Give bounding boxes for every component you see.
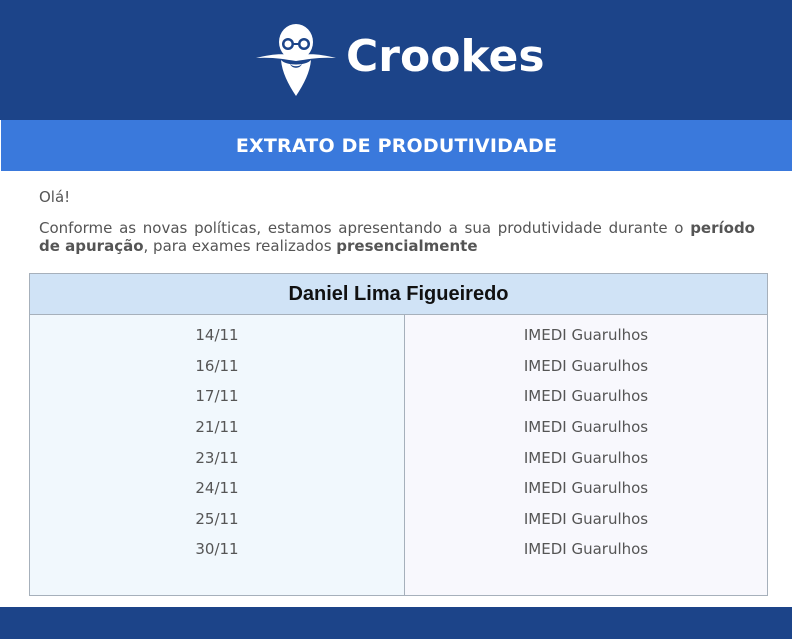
banner-title: EXTRATO DE PRODUTIVIDADE	[235, 134, 558, 157]
location-cell: IMEDI Guarulhos	[523, 479, 649, 498]
dates-column: 14/11 16/11 17/11 21/11 23/11 24/11 25/1…	[30, 315, 405, 595]
date-cell: 30/11	[195, 540, 239, 559]
intro-bold-mode: presencialmente	[336, 237, 478, 255]
intro-text-2: , para exames realizados	[143, 237, 337, 255]
date-cell: 24/11	[195, 479, 239, 498]
brand-logo: Crookes	[254, 20, 545, 98]
date-cell: 16/11	[195, 356, 239, 375]
card-body: 14/11 16/11 17/11 21/11 23/11 24/11 25/1…	[30, 315, 767, 595]
email-header: Crookes	[0, 0, 792, 120]
brand-name: Crookes	[346, 30, 545, 82]
location-cell: IMEDI Guarulhos	[523, 509, 649, 528]
location-cell: IMEDI Guarulhos	[523, 387, 649, 406]
intro-text-1: Conforme as novas políticas, estamos apr…	[39, 219, 691, 237]
date-cell: 23/11	[195, 448, 239, 467]
location-cell: IMEDI Guarulhos	[523, 356, 649, 375]
intro-paragraph: Conforme as novas políticas, estamos apr…	[39, 219, 755, 255]
card-header: Daniel Lima Figueiredo	[30, 274, 767, 315]
location-cell: IMEDI Guarulhos	[523, 540, 649, 559]
date-cell: 14/11	[195, 326, 239, 345]
title-banner: EXTRATO DE PRODUTIVIDADE	[1, 120, 792, 171]
location-cell: IMEDI Guarulhos	[523, 448, 649, 467]
location-cell: IMEDI Guarulhos	[523, 326, 649, 345]
date-cell: 25/11	[195, 509, 239, 528]
email-footer	[0, 607, 792, 639]
date-cell: 17/11	[195, 387, 239, 406]
date-cell: 21/11	[195, 418, 239, 437]
location-cell: IMEDI Guarulhos	[523, 418, 649, 437]
bearded-scientist-icon	[256, 24, 336, 96]
greeting-text: Olá!	[39, 188, 71, 206]
doctor-name: Daniel Lima Figueiredo	[288, 282, 509, 305]
locations-column: IMEDI Guarulhos IMEDI Guarulhos IMEDI Gu…	[405, 315, 767, 595]
productivity-card: Daniel Lima Figueiredo 14/11 16/11 17/11…	[29, 273, 768, 596]
